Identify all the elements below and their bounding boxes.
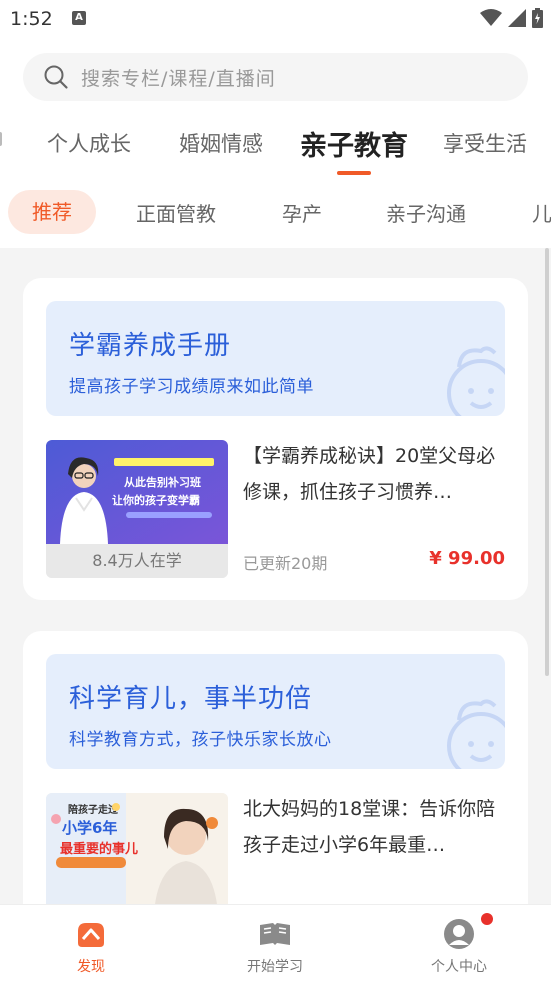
column-banner[interactable]: 科学育儿，事半功倍 科学教育方式，孩子快乐家长放心 xyxy=(46,654,505,769)
discover-icon xyxy=(78,923,104,947)
course-thumbnail[interactable]: 从此告别补习班 让你的孩子变学霸 8.4万人在学 xyxy=(46,440,228,578)
active-tab-indicator xyxy=(337,171,371,175)
bottom-nav: 发现 开始学习 个人中心 xyxy=(0,904,551,981)
tab-overflow-edge xyxy=(0,132,2,146)
svg-text:小学6年: 小学6年 xyxy=(62,819,117,837)
nav-label: 发现 xyxy=(77,959,105,975)
tab-personal-growth[interactable]: 个人成长 xyxy=(47,128,131,158)
column-card[interactable]: 学霸养成手册 提高孩子学习成绩原来如此简单 从此告别补习班 让你的孩子变学霸 8… xyxy=(23,278,528,600)
update-count: 已更新20期 xyxy=(243,554,328,573)
tab-marriage[interactable]: 婚姻情感 xyxy=(179,128,263,158)
scrollbar[interactable] xyxy=(545,248,549,676)
wifi-icon xyxy=(480,9,502,26)
subtab-communication[interactable]: 亲子沟通 xyxy=(386,198,466,227)
course-title[interactable]: 北大妈妈的18堂课：告诉你陪孩子走过小学6年最重… xyxy=(243,791,513,863)
banner-subtitle: 提高孩子学习成绩原来如此简单 xyxy=(69,377,314,397)
profile-icon xyxy=(444,919,474,949)
nav-discover[interactable]: 发现 xyxy=(31,905,151,981)
course-title[interactable]: 【学霸养成秘诀】20堂父母必修课，抓住孩子习惯养… xyxy=(243,438,513,510)
notification-dot xyxy=(481,913,493,925)
nav-label: 个人中心 xyxy=(431,959,487,975)
nav-label: 开始学习 xyxy=(247,959,303,975)
svg-text:陪孩子走过: 陪孩子走过 xyxy=(68,803,118,816)
search-placeholder: 搜索专栏/课程/直播间 xyxy=(81,67,276,90)
search-bar[interactable]: 搜索专栏/课程/直播间 xyxy=(23,53,528,101)
signal-icon xyxy=(508,9,526,27)
tab-parenting[interactable]: 亲子教育 xyxy=(300,124,408,163)
baby-face-icon xyxy=(447,346,505,416)
svg-text:让你的孩子变学霸: 让你的孩子变学霸 xyxy=(112,493,200,507)
notification-a-icon: A xyxy=(72,11,86,25)
svg-text:从此告别补习班: 从此告别补习班 xyxy=(124,475,201,489)
column-banner[interactable]: 学霸养成手册 提高孩子学习成绩原来如此简单 xyxy=(46,301,505,416)
banner-title: 科学育儿，事半功倍 xyxy=(69,684,313,714)
course-price: ¥ 99.00 xyxy=(429,548,505,569)
search-icon xyxy=(44,65,68,89)
book-icon xyxy=(260,923,290,945)
banner-subtitle: 科学教育方式，孩子快乐家长放心 xyxy=(69,730,332,750)
status-time: 1:52 xyxy=(10,8,53,30)
course-cover-image: 陪孩子走过 小学6年 最重要的事儿 xyxy=(46,793,228,913)
header: 搜索专栏/课程/直播间 个人成长 婚姻情感 亲子教育 享受生活 推荐 正面管教 … xyxy=(0,38,551,248)
subtab-positive-discipline[interactable]: 正面管教 xyxy=(136,198,216,227)
category-tabs: 个人成长 婚姻情感 亲子教育 享受生活 xyxy=(0,118,551,178)
subtab-recommended[interactable]: 推荐 xyxy=(8,190,96,234)
nav-profile[interactable]: 个人中心 xyxy=(399,905,519,981)
course-cover-image: 从此告别补习班 让你的孩子变学霸 xyxy=(46,440,228,544)
course-thumbnail[interactable]: 陪孩子走过 小学6年 最重要的事儿 xyxy=(46,793,228,913)
baby-face-icon xyxy=(447,699,505,769)
tab-lifestyle[interactable]: 享受生活 xyxy=(443,128,527,158)
learner-count: 8.4万人在学 xyxy=(46,544,228,578)
battery-icon xyxy=(532,8,543,28)
banner-title: 学霸养成手册 xyxy=(69,331,232,361)
nav-start-learning[interactable]: 开始学习 xyxy=(215,905,335,981)
svg-text:最重要的事儿: 最重要的事儿 xyxy=(60,841,138,857)
subtab-pregnancy[interactable]: 孕产 xyxy=(282,198,322,227)
system-icons xyxy=(480,8,543,28)
subtab-more[interactable]: 儿 xyxy=(532,198,551,227)
sub-category-tabs: 推荐 正面管教 孕产 亲子沟通 儿 xyxy=(0,190,551,236)
status-bar: 1:52 A xyxy=(0,0,551,38)
